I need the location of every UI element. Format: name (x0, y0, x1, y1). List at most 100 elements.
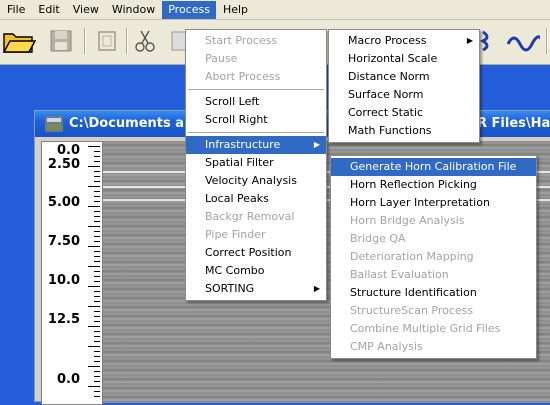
menu-item-horn-bridge-analysis: Horn Bridge Analysis (331, 212, 536, 230)
ruler-tick (88, 306, 100, 307)
menu-item-label: Pause (205, 52, 238, 65)
menu-item-label: Surface Norm (348, 88, 424, 101)
menu-item-label: StructureScan Process (350, 304, 474, 317)
ruler-tick (94, 331, 100, 332)
ruler-tick (88, 226, 100, 227)
cut-icon[interactable] (132, 28, 158, 54)
menu-item-structurescan-process: StructureScan Process (331, 302, 536, 320)
menu-item-label: Abort Process (205, 70, 281, 83)
menu-item-label: Math Functions (348, 124, 432, 137)
infrastructure-submenu: Generate Horn Calibration File Horn Refle… (330, 155, 537, 359)
save-icon[interactable] (48, 28, 74, 54)
menu-item-label: Horn Layer Interpretation (350, 196, 490, 209)
menu-item-label: Infrastructure (205, 138, 281, 151)
ruler-tick (88, 266, 100, 267)
open-folder-icon[interactable] (2, 28, 37, 54)
menu-item-label: Deterioration Mapping (350, 250, 474, 263)
ruler-tick (94, 281, 100, 282)
ruler-tick (94, 156, 100, 157)
ruler-tick (88, 386, 100, 387)
menu-item-math-functions[interactable]: Math Functions (329, 122, 479, 140)
new-icon[interactable] (94, 28, 120, 54)
ruler-tick (94, 251, 100, 252)
menu-window[interactable]: Window (106, 1, 161, 19)
ruler-tick (94, 191, 100, 192)
ruler-tick (94, 296, 100, 297)
menu-help[interactable]: Help (217, 1, 254, 19)
menu-item-label: Horizontal Scale (348, 52, 438, 65)
menu-item-label: Horn Reflection Picking (350, 178, 477, 191)
menu-item-deterioration-mapping: Deterioration Mapping (331, 248, 536, 266)
menu-item-combine-multiple-grid-files: Combine Multiple Grid Files (331, 320, 536, 338)
menu-edit[interactable]: Edit (32, 1, 65, 19)
ruler-tick (94, 371, 100, 372)
menu-item-scroll-right[interactable]: Scroll Right (186, 111, 326, 129)
ruler-tick (88, 166, 100, 167)
menu-item-horn-reflection-picking[interactable]: Horn Reflection Picking (331, 176, 536, 194)
menu-item-label: Spatial Filter (205, 156, 274, 169)
macro-menu: Macro Process ▶ Horizontal Scale Distance N… (328, 29, 480, 143)
menu-item-mc-combo[interactable]: MC Combo (186, 262, 326, 280)
ruler-tick (94, 216, 100, 217)
menu-file[interactable]: File (1, 1, 31, 19)
process-menu: Start Process Pause Abort Process Scroll Le… (185, 29, 327, 301)
menu-item-pipe-finder: Pipe Finder (186, 226, 326, 244)
menu-view[interactable]: View (67, 1, 105, 19)
ruler-tick (94, 171, 100, 172)
menu-item-generate-horn-calibration-file[interactable]: Generate Horn Calibration File (331, 158, 536, 176)
depth-label: 10.0 (47, 273, 80, 288)
menu-item-velocity-analysis[interactable]: Velocity Analysis (186, 172, 326, 190)
ruler-tick (94, 231, 100, 232)
menu-separator (188, 132, 324, 133)
menu-item-start-process: Start Process (186, 32, 326, 50)
ruler-tick (94, 271, 100, 272)
menu-item-label: Ballast Evaluation (350, 268, 449, 281)
menu-item-local-peaks[interactable]: Local Peaks (186, 190, 326, 208)
ruler-tick (94, 391, 100, 392)
ruler-tick (94, 261, 100, 262)
ruler-tick (94, 356, 100, 357)
wave-icon[interactable] (506, 28, 544, 54)
menu-item-structure-identification[interactable]: Structure Identification (331, 284, 536, 302)
menu-item-ballast-evaluation: Ballast Evaluation (331, 266, 536, 284)
menu-item-label: Backgr Removal (205, 210, 295, 223)
ruler-tick (88, 246, 100, 247)
depth-ruler: 0.0 2.50 5.00 7.50 10.0 12.5 0.0 (41, 141, 103, 405)
depth-label: 2.50 (47, 157, 80, 172)
ruler-tick (94, 301, 100, 302)
menu-item-label: Macro Process (348, 34, 427, 47)
menu-item-sorting[interactable]: SORTING ▶ (186, 280, 326, 298)
menu-item-correct-position[interactable]: Correct Position (186, 244, 326, 262)
ruler-tick (88, 186, 100, 187)
menu-item-label: Velocity Analysis (205, 174, 297, 187)
menu-item-label: CMP Analysis (350, 340, 423, 353)
menu-item-label: Horn Bridge Analysis (350, 214, 465, 227)
menu-item-distance-norm[interactable]: Distance Norm (329, 68, 479, 86)
menu-item-label: Scroll Left (205, 95, 260, 108)
menu-item-scroll-left[interactable]: Scroll Left (186, 93, 326, 111)
ruler-tick (94, 201, 100, 202)
document-icon (45, 116, 63, 132)
ruler-tick (94, 341, 100, 342)
depth-label: 0.0 (56, 143, 80, 158)
menu-bar: File Edit View Window Process Help (0, 0, 550, 20)
menu-item-surface-norm[interactable]: Surface Norm (329, 86, 479, 104)
menu-item-spatial-filter[interactable]: Spatial Filter (186, 154, 326, 172)
ruler-tick (94, 196, 100, 197)
ruler-tick (94, 181, 100, 182)
ruler-tick (94, 161, 100, 162)
menu-item-horizontal-scale[interactable]: Horizontal Scale (329, 50, 479, 68)
ruler-tick (94, 376, 100, 377)
menu-item-backgr-removal: Backgr Removal (186, 208, 326, 226)
ruler-tick (94, 336, 100, 337)
menu-process[interactable]: Process (162, 0, 216, 19)
menu-item-horn-layer-interpretation[interactable]: Horn Layer Interpretation (331, 194, 536, 212)
ruler-tick (88, 366, 100, 367)
menu-item-pause: Pause (186, 50, 326, 68)
menu-item-macro-process[interactable]: Macro Process ▶ (329, 32, 479, 50)
menu-item-correct-static[interactable]: Correct Static (329, 104, 479, 122)
ruler-tick (94, 361, 100, 362)
menu-item-label: Generate Horn Calibration File (350, 160, 517, 173)
toolbar-separator (546, 28, 548, 54)
menu-item-infrastructure[interactable]: Infrastructure ▶ (186, 136, 326, 154)
